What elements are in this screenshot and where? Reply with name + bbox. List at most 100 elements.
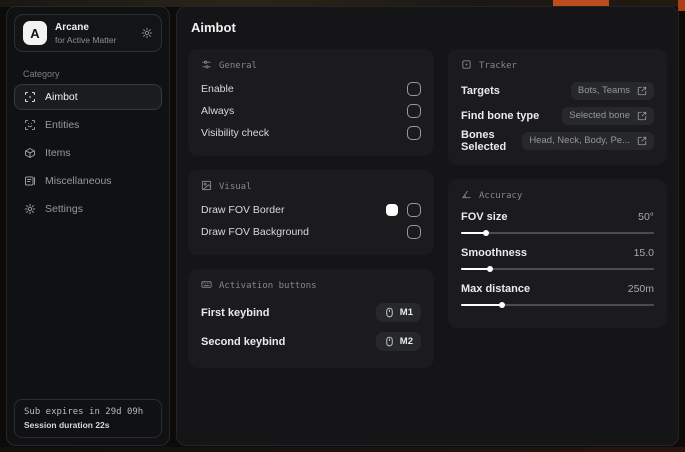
sidebar-item-label: Items — [45, 147, 71, 159]
setting-row: Always — [201, 100, 421, 122]
card-title: Tracker — [479, 61, 517, 71]
gear-icon — [24, 203, 36, 215]
keybind-value: M2 — [399, 336, 413, 347]
sidebar-item-settings[interactable]: Settings — [14, 196, 162, 222]
setting-label: FOV size — [461, 211, 508, 223]
visibility-check-checkbox[interactable] — [407, 126, 421, 140]
setting-label: Find bone type — [461, 109, 540, 122]
card-activation-buttons: Activation buttons First keybind M1 Seco… — [188, 269, 434, 368]
setting-row: Targets Bots, Teams — [461, 78, 654, 103]
setting-label: Bones Selected — [461, 128, 507, 153]
keyboard-icon — [201, 279, 212, 293]
draw-fov-background-checkbox[interactable] — [407, 225, 421, 239]
card-visual: Visual Draw FOV Border Draw FOV Backgrou… — [188, 170, 434, 255]
brand-subtitle: for Active Matter — [55, 34, 117, 45]
setting-label: Draw FOV Background — [201, 226, 309, 238]
card-tracker: Tracker Targets Bots, Teams Find bone ty… — [448, 49, 667, 165]
slider-value: 50° — [638, 211, 654, 223]
page-title: Aimbot — [191, 20, 236, 35]
max-distance-slider[interactable] — [461, 302, 654, 308]
smoothness-slider[interactable] — [461, 266, 654, 272]
setting-row: Draw FOV Background — [201, 221, 421, 243]
slider-value: 15.0 — [633, 247, 654, 259]
card-accuracy: Accuracy FOV size 50° Smoothness 15.0 Ma… — [448, 179, 667, 328]
setting-label: First keybind — [201, 306, 270, 319]
setting-row: Draw FOV Border — [201, 199, 421, 221]
open-select-icon — [637, 136, 647, 145]
main-panel: Aimbot General Enable Always Visibility … — [176, 6, 679, 446]
cube-icon — [24, 147, 36, 159]
card-title: Accuracy — [479, 191, 523, 201]
setting-label: Smoothness — [461, 247, 528, 259]
select-value: Bots, Teams — [577, 85, 630, 96]
image-icon — [201, 180, 212, 194]
brand-header: A Arcane for Active Matter — [14, 14, 162, 52]
setting-row: Bones Selected Head, Neck, Body, Pe... — [461, 128, 654, 153]
sidebar-item-miscellaneous[interactable]: Miscellaneous — [14, 168, 162, 194]
slider-group: Smoothness 15.0 — [461, 244, 654, 272]
setting-row: First keybind M1 — [201, 298, 421, 327]
always-checkbox[interactable] — [407, 104, 421, 118]
fov-size-slider[interactable] — [461, 230, 654, 236]
slider-fill — [461, 266, 493, 272]
slider-fill — [461, 230, 490, 236]
sidebar-item-label: Miscellaneous — [45, 175, 112, 187]
sidebar-item-label: Entities — [45, 119, 80, 131]
slider-value: 250m — [627, 283, 654, 295]
sidebar-item-label: Aimbot — [45, 91, 78, 103]
enable-checkbox[interactable] — [407, 82, 421, 96]
sidebar: A Arcane for Active Matter Category Aimb… — [6, 6, 170, 446]
sub-expiry-text: Sub expires in 29d 09h — [24, 407, 144, 417]
sidebar-item-label: Settings — [45, 203, 83, 215]
second-keybind-button[interactable]: M2 — [375, 332, 421, 351]
select-value: Head, Neck, Body, Pe... — [529, 135, 630, 146]
card-general: General Enable Always Visibility check — [188, 49, 434, 156]
mouse-icon — [386, 307, 393, 318]
gear-icon[interactable] — [141, 27, 153, 39]
keybind-value: M1 — [399, 307, 413, 318]
session-duration-text: Session duration 22s — [24, 420, 110, 430]
first-keybind-button[interactable]: M1 — [375, 303, 421, 322]
list-box-icon — [24, 175, 36, 187]
brand-name: Arcane — [55, 21, 89, 33]
slider-group: Max distance 250m — [461, 280, 654, 308]
draw-fov-border-checkbox[interactable] — [407, 203, 421, 217]
slider-group: FOV size 50° — [461, 208, 654, 236]
card-title: Activation buttons — [219, 281, 317, 291]
targets-select[interactable]: Bots, Teams — [570, 81, 654, 100]
scan-icon — [24, 91, 36, 103]
angle-icon — [461, 189, 472, 203]
category-nav: Aimbot Entities Items Miscellaneous Sett… — [7, 84, 169, 224]
sliders-icon — [201, 59, 212, 73]
setting-label: Draw FOV Border — [201, 204, 285, 216]
setting-label: Always — [201, 105, 235, 117]
sidebar-item-entities[interactable]: Entities — [14, 112, 162, 138]
category-label: Category — [23, 69, 60, 79]
game-background-accent — [678, 0, 685, 11]
setting-row: Find bone type Selected bone — [461, 103, 654, 128]
setting-row: Visibility check — [201, 122, 421, 144]
open-select-icon — [637, 86, 647, 95]
setting-label: Second keybind — [201, 335, 286, 348]
card-title: Visual — [219, 182, 252, 192]
entities-icon — [24, 119, 36, 131]
sidebar-item-aimbot[interactable]: Aimbot — [14, 84, 162, 110]
bones-selected-select[interactable]: Head, Neck, Body, Pe... — [522, 131, 654, 150]
slider-fill — [461, 302, 505, 308]
setting-label: Enable — [201, 83, 234, 95]
select-value: Selected bone — [569, 110, 630, 121]
fov-border-color-swatch[interactable] — [386, 204, 398, 216]
card-title: General — [219, 61, 257, 71]
brand-logo: A — [23, 21, 47, 45]
setting-label: Max distance — [461, 283, 531, 295]
sidebar-item-items[interactable]: Items — [14, 140, 162, 166]
open-select-icon — [637, 111, 647, 120]
setting-label: Targets — [461, 84, 500, 97]
setting-row: Second keybind M2 — [201, 327, 421, 356]
setting-row: Enable — [201, 78, 421, 100]
mouse-icon — [386, 336, 393, 347]
find-bone-type-select[interactable]: Selected bone — [562, 106, 654, 125]
subscription-info: Sub expires in 29d 09h Session duration … — [14, 399, 162, 438]
target-icon — [461, 59, 472, 73]
setting-label: Visibility check — [201, 127, 270, 139]
